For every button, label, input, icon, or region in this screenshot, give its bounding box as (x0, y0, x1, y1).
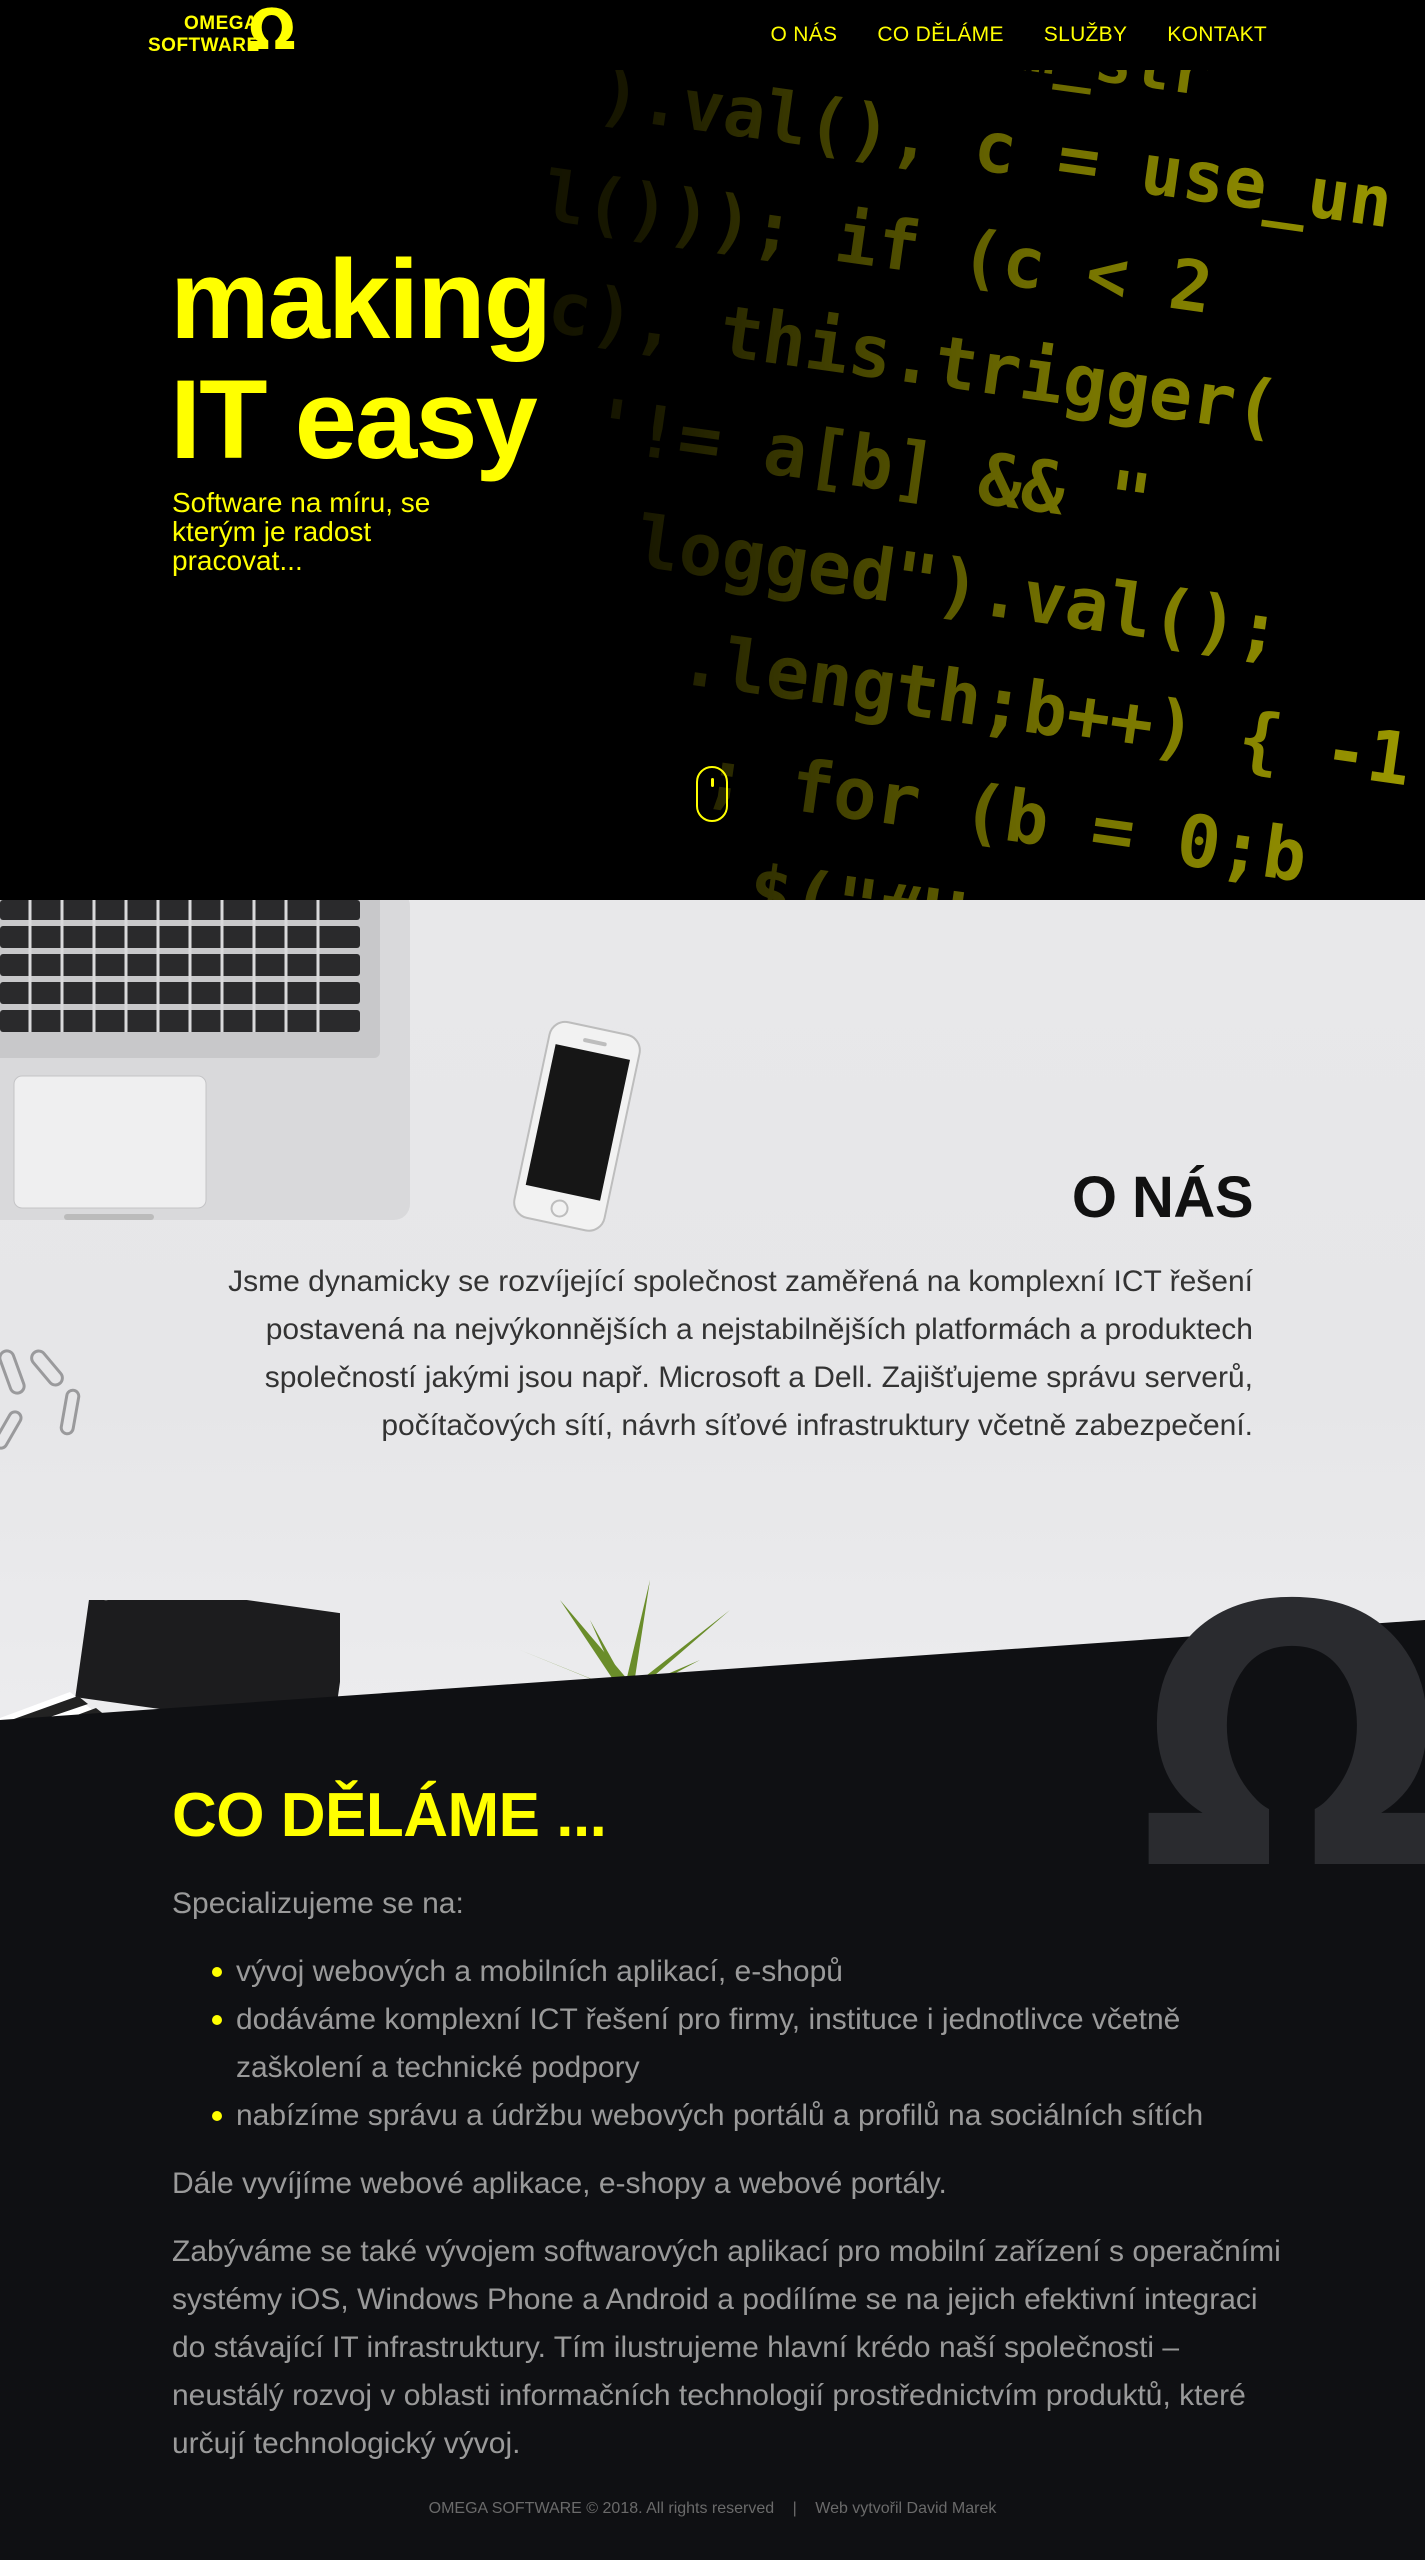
services-intro: Specializujeme se na: (172, 1887, 464, 1920)
services-paragraph-3: Zabýváme se také vývojem softwarových ap… (172, 2235, 1281, 2460)
services-list: vývoj webových a mobilních aplikací, e-s… (172, 1948, 1282, 2140)
hero-title-line1: making (170, 237, 552, 362)
logo[interactable]: OMEGA SOFTWARE Ω (146, 3, 296, 61)
omega-logo-icon: Ω (248, 0, 296, 63)
list-item: nabízíme správu a údržbu webových portál… (212, 2092, 1282, 2140)
nav-item-kontakt[interactable]: KONTAKT (1167, 23, 1267, 47)
omega-background-icon: Ω (1138, 1530, 1425, 1949)
about-title: O NÁS (1071, 1165, 1254, 1230)
footer-copyright: OMEGA SOFTWARE © 2018. All rights reserv… (428, 2500, 775, 2517)
footer: OMEGA SOFTWARE © 2018. All rights reserv… (0, 2500, 1425, 2518)
hero-section: ray_from_str ).val(), c = use_un l())); … (0, 0, 1425, 900)
services-body: Specializujeme se na: vývoj webových a m… (172, 1880, 1282, 2488)
list-item: dodáváme komplexní ICT řešení pro firmy,… (212, 1996, 1282, 2092)
hero-title: making IT easy (170, 237, 552, 482)
top-navigation: OMEGA SOFTWARE Ω O NÁS CO DĚLÁME SLUŽBY … (0, 0, 1425, 70)
nav-item-sluzby[interactable]: SLUŽBY (1044, 23, 1128, 47)
logo-line2: SOFTWARE (148, 35, 260, 56)
paperclips-image (0, 1349, 81, 1450)
nav-item-co-delame[interactable]: CO DĚLÁME (877, 23, 1003, 47)
laptop-image (0, 900, 410, 1220)
about-text: Jsme dynamicky se rozvíjející společnost… (228, 1265, 1253, 1442)
nav-item-o-nas[interactable]: O NÁS (771, 23, 838, 47)
smartphone-image (513, 1020, 641, 1232)
mouse-wheel (711, 778, 714, 787)
services-title: CO DĚLÁME ... (172, 1781, 607, 1850)
list-item: vývoj webových a mobilních aplikací, e-s… (212, 1948, 1282, 1996)
hero-subtitle: Software na míru, se kterým je radost pr… (172, 487, 431, 576)
footer-credit-link[interactable]: Web vytvořil David Marek (815, 2500, 996, 2517)
footer-separator: | (792, 2500, 797, 2517)
hero-title-line2: IT easy (170, 357, 538, 482)
scroll-down-mouse-icon[interactable] (696, 766, 728, 822)
main-menu: O NÁS CO DĚLÁME SLUŽBY KONTAKT (771, 0, 1267, 70)
services-paragraph-2: Dále vyvíjíme webové aplikace, e-shopy a… (172, 2167, 947, 2200)
